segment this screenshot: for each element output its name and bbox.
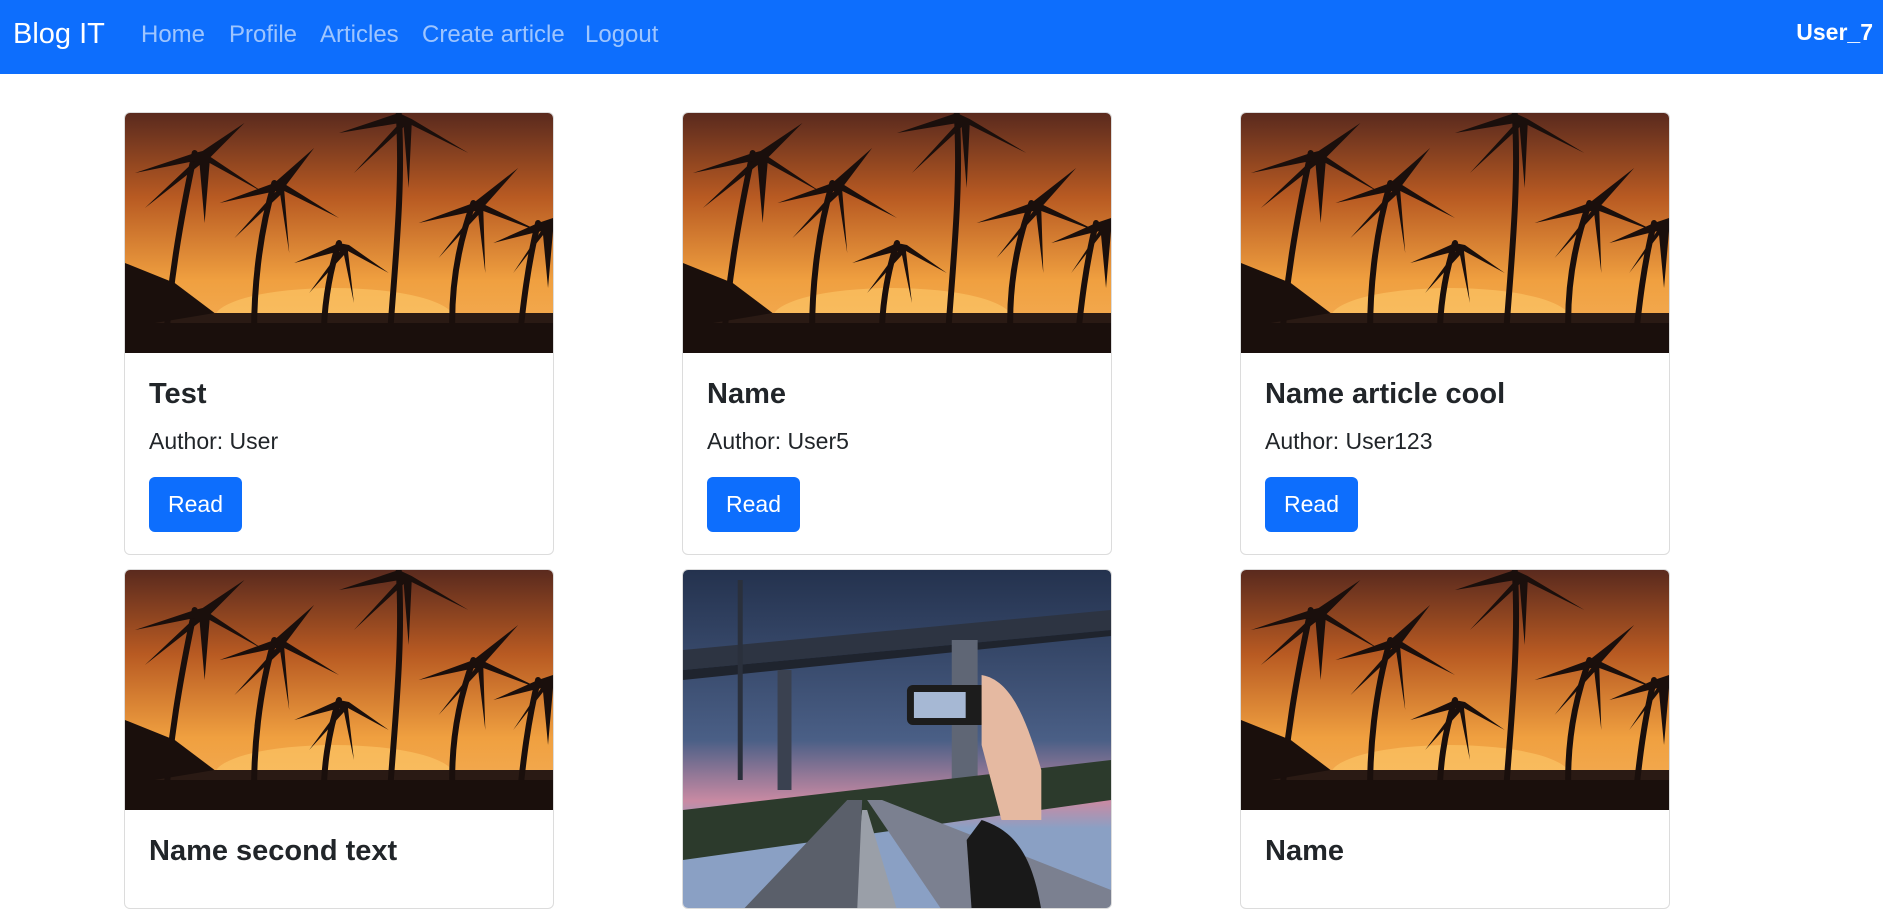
top-navbar: Blog IT Home Profile Articles Create art… xyxy=(0,0,1883,74)
article-title: Name article cool xyxy=(1265,378,1506,410)
article-card: Test Author: User Read xyxy=(124,112,554,555)
palm-trees-sunset-image xyxy=(683,113,1111,353)
nav-home[interactable]: Home xyxy=(141,0,205,69)
article-title: Name xyxy=(707,378,786,410)
read-button[interactable]: Read xyxy=(1265,476,1358,532)
article-card: Name xyxy=(1240,569,1670,909)
palm-trees-sunset-image xyxy=(1241,113,1669,353)
read-button[interactable]: Read xyxy=(149,476,242,532)
nav-profile[interactable]: Profile xyxy=(229,0,297,69)
article-card xyxy=(682,569,1112,909)
nav-logout[interactable]: Logout xyxy=(585,0,658,69)
palm-trees-sunset-image xyxy=(125,570,553,810)
article-card: Name Author: User5 Read xyxy=(682,112,1112,555)
road-bridge-phone-image xyxy=(683,570,1111,909)
article-author: Author: User5 xyxy=(707,427,849,454)
article-card: Name second text xyxy=(124,569,554,909)
nav-create-article[interactable]: Create article xyxy=(422,0,565,69)
article-card: Name article cool Author: User123 Read xyxy=(1240,112,1670,555)
nav-articles[interactable]: Articles xyxy=(320,0,399,69)
article-author: Author: User xyxy=(149,427,279,454)
article-title: Name second text xyxy=(149,835,398,867)
article-author: Author: User123 xyxy=(1265,427,1433,454)
brand-logo[interactable]: Blog IT xyxy=(13,0,105,69)
article-title: Test xyxy=(149,378,207,410)
article-title: Name xyxy=(1265,835,1344,867)
palm-trees-sunset-image xyxy=(1241,570,1669,810)
palm-trees-sunset-image xyxy=(125,113,553,353)
current-user: User_7 xyxy=(1796,19,1873,45)
read-button[interactable]: Read xyxy=(707,476,800,532)
